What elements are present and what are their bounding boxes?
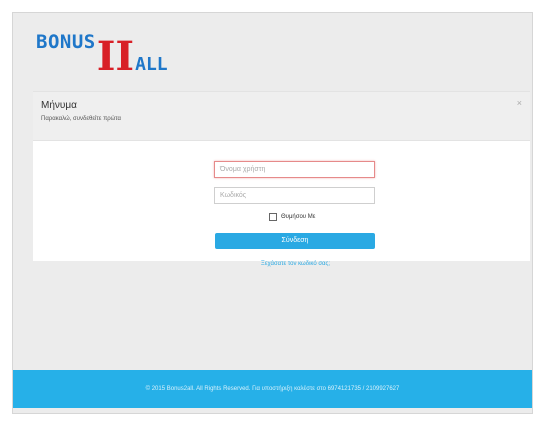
alert-title: Μήνυμα (41, 100, 77, 111)
remember-me[interactable]: Θυμήσου Με (269, 213, 315, 221)
browser-viewport: BONUS II ALL Μήνυμα Παρακαλώ, συνδεθείτε… (12, 12, 533, 414)
remember-me-checkbox[interactable] (269, 213, 277, 221)
alert-message: Μήνυμα Παρακαλώ, συνδεθείτε πρώτα × (33, 91, 530, 141)
remember-me-label: Θυμήσου Με (281, 214, 316, 220)
close-icon[interactable]: × (517, 98, 522, 108)
username-input[interactable]: Όνομα χρήστη (214, 161, 375, 178)
login-button[interactable]: Σύνδεση (215, 233, 375, 249)
logo-text-all: ALL (135, 54, 168, 75)
forgot-password-link[interactable]: Ξεχάσατε τον κωδικό σας; (218, 261, 373, 267)
password-input[interactable]: Κωδικός (214, 187, 375, 204)
footer-text: © 2015 Bonus2all. All Rights Reserved. Γ… (145, 386, 400, 392)
site-logo[interactable]: BONUS II ALL (36, 27, 168, 77)
logo-text-ii: II (96, 33, 135, 80)
logo-text-bonus: BONUS (36, 31, 96, 53)
site-footer: © 2015 Bonus2all. All Rights Reserved. Γ… (13, 370, 532, 408)
site-header: BONUS II ALL (13, 13, 532, 85)
login-form: Όνομα χρήστη Κωδικός Θυμήσου Με Σύνδεση … (33, 141, 530, 267)
alert-body: Παρακαλώ, συνδεθείτε πρώτα (41, 116, 121, 122)
